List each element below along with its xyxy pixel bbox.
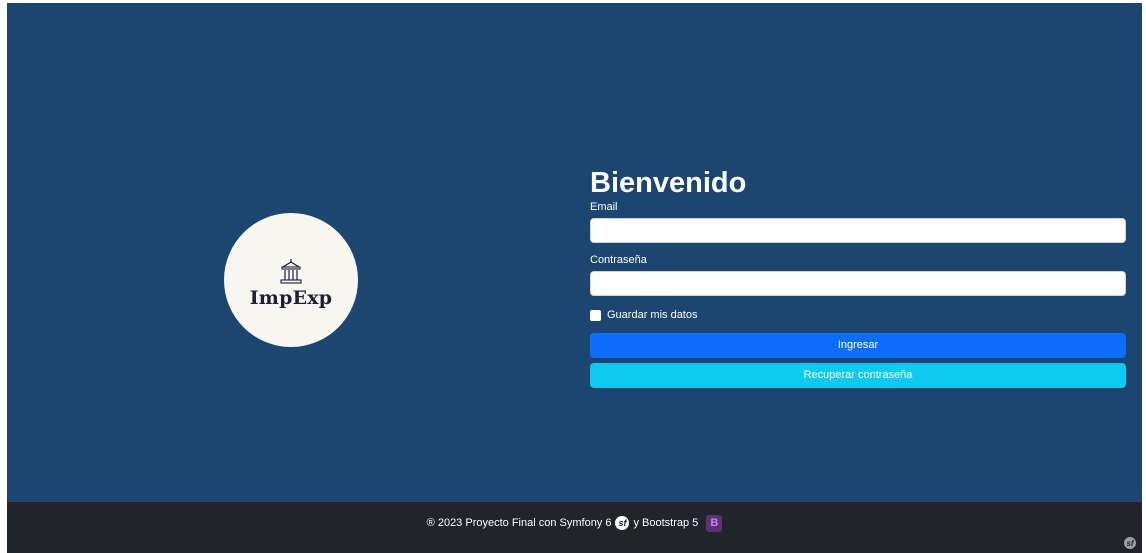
footer-text-bootstrap: y Bootstrap 5 — [633, 517, 699, 529]
footer: ® 2023 Proyecto Final con Symfony 6 sf y… — [7, 502, 1142, 553]
password-label: Contraseña — [590, 254, 647, 266]
remember-me-label[interactable]: Guardar mis datos — [607, 309, 697, 321]
page-title: Bienvenido — [590, 167, 747, 199]
recover-password-button[interactable]: Recuperar contraseña — [590, 363, 1126, 388]
footer-text-copyright: ® 2023 Proyecto Final con Symfony 6 — [426, 517, 612, 529]
password-field[interactable] — [590, 271, 1126, 296]
building-columns-icon — [280, 259, 302, 284]
footer-credits: ® 2023 Proyecto Final con Symfony 6 sf y… — [7, 514, 1142, 532]
email-label: Email — [590, 201, 618, 213]
remember-me-checkbox[interactable] — [590, 309, 601, 321]
login-button[interactable]: Ingresar — [590, 333, 1126, 358]
brand-name: ImpExp — [249, 287, 333, 309]
bootstrap-logo-icon: B — [706, 514, 723, 532]
symfony-logo-icon: sf — [615, 516, 630, 530]
symfony-toolbar-icon[interactable]: sf — [1124, 537, 1136, 549]
login-page: ImpExp Bienvenido Email Contraseña Guard… — [7, 3, 1142, 553]
remember-me-row[interactable]: Guardar mis datos — [590, 308, 1126, 322]
brand-logo: ImpExp — [224, 213, 358, 347]
email-field[interactable] — [590, 218, 1126, 243]
login-form: Bienvenido Email Contraseña Guardar mis … — [590, 168, 1126, 388]
